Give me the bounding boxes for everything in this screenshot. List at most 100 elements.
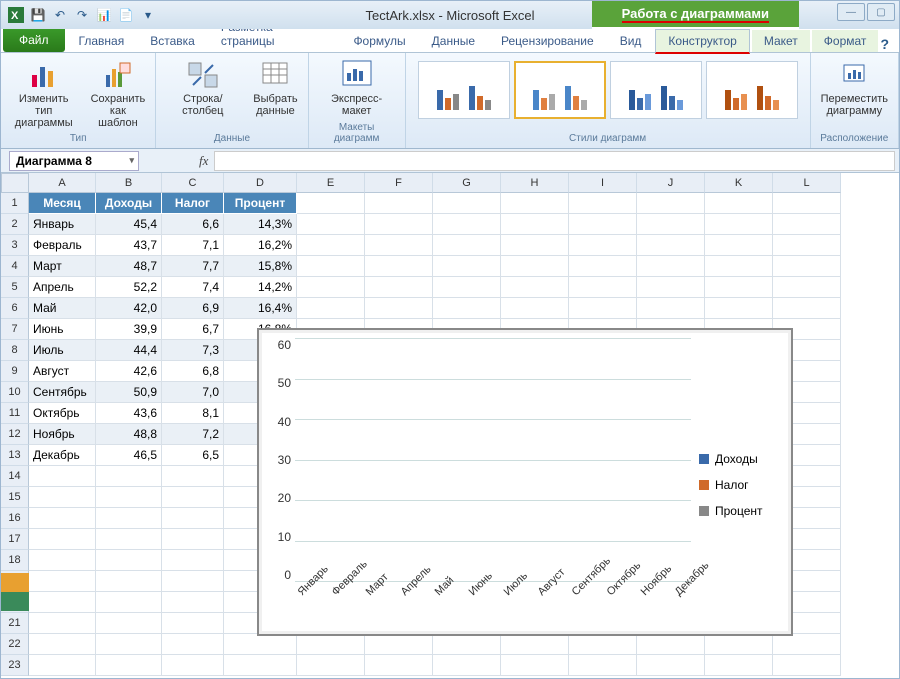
row-header-15[interactable]: 15	[1, 487, 29, 508]
cell[interactable]	[96, 634, 162, 655]
cell[interactable]: 15,8%	[224, 256, 297, 277]
cell[interactable]	[705, 634, 773, 655]
cell[interactable]: Май	[29, 298, 96, 319]
cell[interactable]	[773, 298, 841, 319]
cell[interactable]	[96, 487, 162, 508]
row-header-6[interactable]: 6	[1, 298, 29, 319]
row-header-10[interactable]: 10	[1, 382, 29, 403]
cell[interactable]	[29, 613, 96, 634]
table-header[interactable]: Доходы	[96, 193, 162, 214]
cell[interactable]: Февраль	[29, 235, 96, 256]
table-header[interactable]: Налог	[162, 193, 224, 214]
cell[interactable]	[29, 487, 96, 508]
table-header[interactable]: Месяц	[29, 193, 96, 214]
col-header-E[interactable]: E	[297, 173, 365, 193]
col-header-C[interactable]: C	[162, 173, 224, 193]
redo-icon[interactable]: ↷	[73, 6, 91, 24]
cell[interactable]	[29, 550, 96, 571]
cell[interactable]: Сентябрь	[29, 382, 96, 403]
cell[interactable]	[297, 256, 365, 277]
row-header-22[interactable]: 22	[1, 634, 29, 655]
cell[interactable]: 8,1	[162, 403, 224, 424]
cell[interactable]	[433, 655, 501, 676]
row-header-12[interactable]: 12	[1, 424, 29, 445]
cell[interactable]: 6,8	[162, 361, 224, 382]
row-header-23[interactable]: 23	[1, 655, 29, 676]
chart-style-3[interactable]	[610, 61, 702, 119]
cell[interactable]: 42,0	[96, 298, 162, 319]
cell[interactable]	[773, 634, 841, 655]
cell[interactable]: 42,6	[96, 361, 162, 382]
cell[interactable]: 44,4	[96, 340, 162, 361]
cell[interactable]	[365, 193, 433, 214]
quick-layout-button[interactable]: Экспресс-макет	[317, 57, 397, 119]
cell[interactable]	[433, 235, 501, 256]
cell[interactable]	[29, 529, 96, 550]
cell[interactable]	[162, 550, 224, 571]
change-chart-type-button[interactable]: Изменить тип диаграммы	[9, 57, 78, 131]
cell[interactable]	[705, 277, 773, 298]
cell[interactable]	[297, 298, 365, 319]
cell[interactable]	[297, 214, 365, 235]
cell[interactable]	[365, 634, 433, 655]
cell[interactable]	[162, 571, 224, 592]
col-header-K[interactable]: K	[705, 173, 773, 193]
cell[interactable]	[501, 634, 569, 655]
cell[interactable]	[705, 655, 773, 676]
col-header-G[interactable]: G	[433, 173, 501, 193]
cell[interactable]	[162, 592, 224, 613]
cell[interactable]	[433, 256, 501, 277]
cell[interactable]	[637, 298, 705, 319]
cell[interactable]	[705, 298, 773, 319]
cell[interactable]	[705, 256, 773, 277]
cell[interactable]	[637, 214, 705, 235]
cell[interactable]	[637, 277, 705, 298]
col-header-I[interactable]: I	[569, 173, 637, 193]
cell[interactable]	[501, 256, 569, 277]
row-header-7[interactable]: 7	[1, 319, 29, 340]
cell[interactable]	[773, 256, 841, 277]
cell[interactable]	[29, 592, 96, 613]
undo-icon[interactable]: ↶	[51, 6, 69, 24]
cell[interactable]: 16,2%	[224, 235, 297, 256]
row-header-14[interactable]: 14	[1, 466, 29, 487]
col-header-J[interactable]: J	[637, 173, 705, 193]
cell[interactable]	[637, 634, 705, 655]
cell[interactable]	[96, 613, 162, 634]
cell[interactable]: 39,9	[96, 319, 162, 340]
chart-icon[interactable]: 📊	[95, 6, 113, 24]
cell[interactable]	[365, 655, 433, 676]
embedded-chart[interactable]: 6050403020100 ДоходыНалогПроцент ЯнварьФ…	[257, 328, 793, 636]
cell[interactable]	[569, 634, 637, 655]
row-header-11[interactable]: 11	[1, 403, 29, 424]
cell[interactable]	[637, 256, 705, 277]
cell[interactable]	[96, 592, 162, 613]
cell[interactable]	[224, 634, 297, 655]
tab-chart-layout[interactable]: Макет	[752, 30, 810, 52]
cell[interactable]	[365, 277, 433, 298]
row-header-21[interactable]: 21	[1, 613, 29, 634]
worksheet[interactable]: 1234567891011121314151617181920212223 AB…	[1, 173, 899, 679]
cell[interactable]	[569, 256, 637, 277]
tab-file[interactable]: Файл	[3, 28, 65, 52]
cell[interactable]	[637, 193, 705, 214]
cell[interactable]	[569, 298, 637, 319]
cell[interactable]	[433, 634, 501, 655]
cell[interactable]	[162, 508, 224, 529]
col-header-D[interactable]: D	[224, 173, 297, 193]
cell[interactable]	[162, 634, 224, 655]
cell[interactable]: 7,4	[162, 277, 224, 298]
cell[interactable]	[569, 655, 637, 676]
cell[interactable]	[433, 214, 501, 235]
maximize-button[interactable]: ▢	[867, 3, 895, 21]
formula-input[interactable]	[214, 151, 895, 171]
chart-style-4[interactable]	[706, 61, 798, 119]
cell[interactable]	[365, 298, 433, 319]
row-header-4[interactable]: 4	[1, 256, 29, 277]
row-header-18[interactable]: 18	[1, 550, 29, 571]
cell[interactable]: 7,1	[162, 235, 224, 256]
cell[interactable]	[705, 235, 773, 256]
cell[interactable]	[29, 508, 96, 529]
row-header-1[interactable]: 1	[1, 193, 29, 214]
col-header-A[interactable]: A	[29, 173, 96, 193]
